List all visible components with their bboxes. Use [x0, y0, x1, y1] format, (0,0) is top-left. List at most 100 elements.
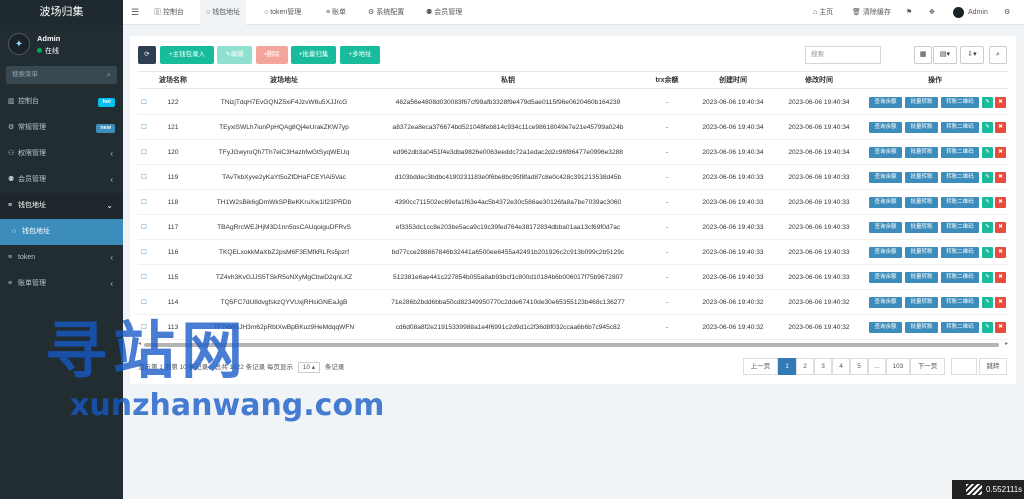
- row-delete-icon[interactable]: ✖: [995, 322, 1006, 333]
- export-dropdown[interactable]: ⇩▾: [960, 46, 984, 64]
- home-link[interactable]: ⌂ 主页: [813, 0, 833, 25]
- query-balance-button[interactable]: 查询余额: [869, 122, 902, 133]
- row-edit-icon[interactable]: ✎: [982, 97, 993, 108]
- row-edit-icon[interactable]: ✎: [982, 272, 993, 283]
- row-edit-icon[interactable]: ✎: [982, 222, 993, 233]
- page-button-4[interactable]: 4: [832, 358, 850, 375]
- transfer-qrcode-button[interactable]: 转账二维码: [941, 122, 979, 133]
- add-main-wallet-button[interactable]: +主钱包录入: [160, 46, 214, 64]
- sidebar-item-general[interactable]: ⚙ 常规管理 new: [0, 115, 123, 141]
- query-balance-button[interactable]: 查询余额: [869, 247, 902, 258]
- sidebar-item-token[interactable]: ≡ token ‹: [0, 245, 123, 271]
- row-delete-icon[interactable]: ✖: [995, 247, 1006, 258]
- row-checkbox[interactable]: ☐: [138, 265, 150, 290]
- toggle-view-button[interactable]: ▦: [914, 46, 932, 64]
- page-button-2[interactable]: 2: [796, 358, 814, 375]
- admin-menu[interactable]: Admin: [953, 0, 988, 25]
- row-edit-icon[interactable]: ✎: [982, 197, 993, 208]
- row-delete-icon[interactable]: ✖: [995, 197, 1006, 208]
- row-checkbox[interactable]: ☐: [138, 115, 150, 140]
- transfer-qrcode-button[interactable]: 转账二维码: [941, 172, 979, 183]
- refresh-button[interactable]: ⟳: [138, 46, 156, 64]
- sidebar-item-dashboard[interactable]: ▥ 控制台 hot: [0, 89, 123, 115]
- transfer-qrcode-button[interactable]: 转账二维码: [941, 297, 979, 308]
- tab-members[interactable]: ⚉ 会员管理: [426, 0, 462, 25]
- row-edit-icon[interactable]: ✎: [982, 322, 993, 333]
- transfer-qrcode-button[interactable]: 转账二维码: [941, 197, 979, 208]
- row-checkbox[interactable]: ☐: [138, 240, 150, 265]
- table-row[interactable]: ☐ 122 TNizjTdqH7EvGQNZ5xiF4JzvW6u5XJJrcG 46…: [138, 90, 1008, 115]
- batch-transfer-button[interactable]: 批量转账: [905, 322, 938, 333]
- row-edit-icon[interactable]: ✎: [982, 172, 993, 183]
- table-row[interactable]: ☐ 118 TH1W2sBik6gDmWkSPBeKKruXw1if23PRDb 43…: [138, 190, 1008, 215]
- row-checkbox[interactable]: ☐: [138, 215, 150, 240]
- app-logo[interactable]: 波场归集: [0, 0, 123, 25]
- query-balance-button[interactable]: 查询余额: [869, 172, 902, 183]
- sidebar-item-wallet-group[interactable]: ≡ 钱包地址 ⌄: [0, 193, 123, 219]
- row-delete-icon[interactable]: ✖: [995, 122, 1006, 133]
- batch-collect-button[interactable]: +批量归集: [291, 46, 336, 64]
- prev-page-button[interactable]: 上一页: [743, 358, 778, 375]
- sidebar-item-wallet-address[interactable]: ○ 钱包地址: [0, 219, 123, 245]
- batch-transfer-button[interactable]: 批量转账: [905, 97, 938, 108]
- query-balance-button[interactable]: 查询余额: [869, 272, 902, 283]
- fullscreen-icon[interactable]: ✥: [929, 0, 935, 25]
- row-checkbox[interactable]: ☐: [138, 90, 150, 115]
- sidebar-item-bills[interactable]: ≡ 账单管理 ‹: [0, 271, 123, 297]
- jump-button[interactable]: 跳转: [979, 358, 1007, 375]
- col-name-header[interactable]: 波场名称: [150, 72, 196, 90]
- col-modified-header[interactable]: 修改时间: [776, 72, 862, 90]
- menu-toggle-icon[interactable]: ☰: [131, 0, 139, 25]
- translate-icon[interactable]: ⚑: [906, 0, 912, 25]
- delete-button[interactable]: ▪删除: [256, 46, 288, 64]
- table-row[interactable]: ☐ 119 TAvTkbXyve2yKaYt5oZfDHaFCEYlAi5Vac d1…: [138, 165, 1008, 190]
- transfer-qrcode-button[interactable]: 转账二维码: [941, 272, 979, 283]
- row-checkbox[interactable]: ☐: [138, 190, 150, 215]
- batch-transfer-button[interactable]: 批量转账: [905, 172, 938, 183]
- batch-transfer-button[interactable]: 批量转账: [905, 297, 938, 308]
- col-trx-header[interactable]: trx余额: [644, 72, 690, 90]
- transfer-qrcode-button[interactable]: 转账二维码: [941, 322, 979, 333]
- batch-transfer-button[interactable]: 批量转账: [905, 147, 938, 158]
- query-balance-button[interactable]: 查询余额: [869, 297, 902, 308]
- query-balance-button[interactable]: 查询余额: [869, 197, 902, 208]
- table-row[interactable]: ☐ 116 TKQELxokkMaXbZ2psM6F3EMfkRLRs5pzrf bd…: [138, 240, 1008, 265]
- row-delete-icon[interactable]: ✖: [995, 172, 1006, 183]
- table-row[interactable]: ☐ 121 TEyxiSWLh7iunPpHQAg8Qj4eUrakZKW7yp a8…: [138, 115, 1008, 140]
- row-checkbox[interactable]: ☐: [138, 140, 150, 165]
- query-balance-button[interactable]: 查询余额: [869, 322, 902, 333]
- batch-transfer-button[interactable]: 批量转账: [905, 122, 938, 133]
- batch-transfer-button[interactable]: 批量转账: [905, 222, 938, 233]
- transfer-qrcode-button[interactable]: 转账二维码: [941, 222, 979, 233]
- row-edit-icon[interactable]: ✎: [982, 247, 993, 258]
- tab-dashboard[interactable]: ▥ 控制台: [154, 0, 184, 25]
- scroll-right-icon[interactable]: ▸: [1005, 340, 1008, 347]
- tab-token[interactable]: ○ token管理: [264, 0, 301, 25]
- query-balance-button[interactable]: 查询余额: [869, 97, 902, 108]
- sidebar-item-auth[interactable]: ⚇ 权限管理 ‹: [0, 141, 123, 167]
- scroll-thumb[interactable]: [144, 343, 999, 347]
- batch-transfer-button[interactable]: 批量转账: [905, 247, 938, 258]
- horizontal-scrollbar[interactable]: ◂ ▸: [138, 340, 1008, 348]
- tab-bills[interactable]: ≡ 账单: [326, 0, 346, 25]
- transfer-qrcode-button[interactable]: 转账二维码: [941, 247, 979, 258]
- query-balance-button[interactable]: 查询余额: [869, 147, 902, 158]
- row-delete-icon[interactable]: ✖: [995, 297, 1006, 308]
- col-private-key-header[interactable]: 私钥: [372, 72, 644, 90]
- row-edit-icon[interactable]: ✎: [982, 122, 993, 133]
- edit-button[interactable]: ✎编辑: [217, 46, 252, 64]
- query-balance-button[interactable]: 查询余额: [869, 222, 902, 233]
- batch-transfer-button[interactable]: 批量转账: [905, 197, 938, 208]
- table-row[interactable]: ☐ 117 TBAgRrcWEJHjM3D1nn5osCAUqoiguDFRvS ef…: [138, 215, 1008, 240]
- multi-address-button[interactable]: +多地址: [340, 46, 380, 64]
- row-edit-icon[interactable]: ✎: [982, 147, 993, 158]
- table-search-input[interactable]: 搜索: [805, 46, 881, 64]
- clear-cache-button[interactable]: 🗑 清除缓存: [852, 0, 891, 25]
- page-size-select[interactable]: 10 ▴: [297, 362, 321, 373]
- search-icon[interactable]: ⌕: [107, 66, 111, 84]
- row-delete-icon[interactable]: ✖: [995, 97, 1006, 108]
- next-page-button[interactable]: 下一页: [910, 358, 945, 375]
- tab-system-config[interactable]: ⚙ 系统配置: [368, 0, 404, 25]
- table-row[interactable]: ☐ 114 TQ5FC7dU8dvgfskzQYVUxjRHsiGNEaJgB 71e…: [138, 290, 1008, 315]
- settings-gear-icon[interactable]: ⚙: [1004, 0, 1010, 25]
